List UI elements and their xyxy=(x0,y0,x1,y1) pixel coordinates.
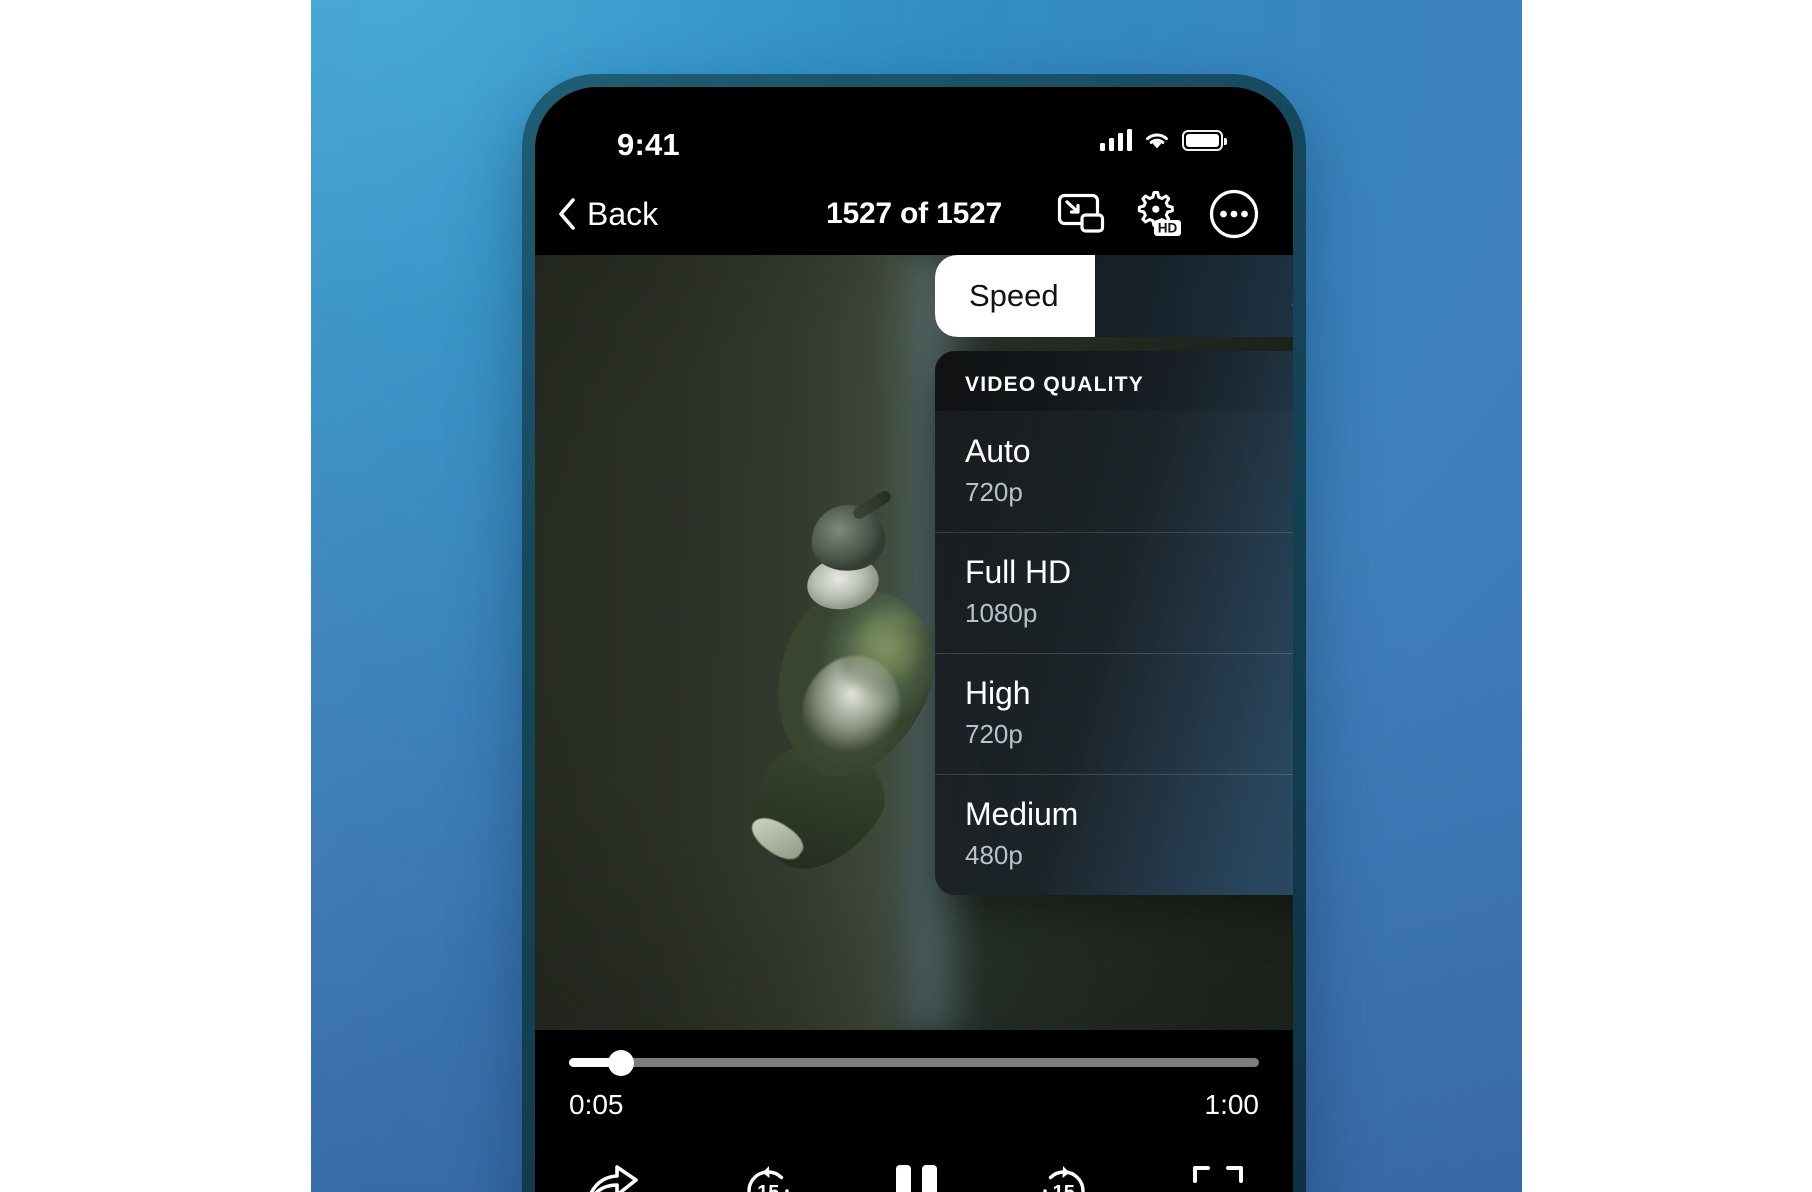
status-bar-indicators xyxy=(1099,129,1227,151)
iphone-device-frame: 9:41 Back 1527 of 1527 HD Speed VIDEO QU… xyxy=(522,74,1306,1192)
rewind-15-icon[interactable]: 15 xyxy=(740,1163,796,1192)
playback-scrubber-handle[interactable] xyxy=(608,1049,635,1076)
transport-controls: 15 15 xyxy=(569,1163,1259,1192)
quality-option-resolution: 480p xyxy=(965,840,1023,870)
video-quality-header: VIDEO QUALITY xyxy=(935,351,1293,411)
forward-15-icon[interactable]: 15 xyxy=(1036,1163,1092,1192)
playback-scrubber[interactable] xyxy=(569,1049,1259,1076)
svg-text:HD: HD xyxy=(1158,221,1178,236)
quality-option-title: Full HD xyxy=(965,554,1071,590)
quality-option-resolution: 1080p xyxy=(965,598,1038,628)
video-player-surface[interactable]: Speed 1.0x VIDEO QUALITY Auto 720p xyxy=(535,255,1293,1030)
quality-option-resolution: 720p xyxy=(965,719,1023,749)
total-time-label: 1:00 xyxy=(1204,1089,1260,1120)
fullscreen-icon[interactable] xyxy=(1191,1164,1245,1192)
battery-full-icon xyxy=(1182,129,1227,151)
quality-option-title: Auto xyxy=(965,433,1031,469)
pause-icon[interactable] xyxy=(895,1165,937,1192)
settings-hd-icon[interactable]: HD xyxy=(1131,190,1183,238)
device-screen: 9:41 Back 1527 of 1527 HD Speed VIDEO QU… xyxy=(535,87,1293,1192)
speed-label-chip[interactable]: Speed xyxy=(935,255,1095,337)
status-bar: 9:41 xyxy=(535,87,1293,173)
playback-timestamps: 0:05 1:00 xyxy=(569,1089,1259,1121)
quality-option-texts: Medium 480p xyxy=(965,796,1078,871)
page-title: 1527 of 1527 xyxy=(825,197,1003,230)
quality-option-medium[interactable]: Medium 480p xyxy=(935,774,1293,895)
speed-control-row[interactable]: Speed 1.0x xyxy=(935,255,1293,337)
rewind-15-label: 15 xyxy=(740,1182,796,1192)
quality-option-texts: High 720p xyxy=(965,675,1031,750)
share-icon[interactable] xyxy=(583,1165,641,1192)
current-time-label: 0:05 xyxy=(569,1089,624,1120)
screenshot-canvas: 9:41 Back 1527 of 1527 HD Speed VIDEO QU… xyxy=(0,0,1812,1192)
picture-in-picture-icon[interactable] xyxy=(1057,193,1105,235)
back-button[interactable]: Back xyxy=(557,196,658,233)
forward-15-label: 15 xyxy=(1036,1182,1092,1192)
navigation-actions: HD xyxy=(1057,189,1259,239)
quality-option-title: High xyxy=(965,675,1031,711)
more-options-icon[interactable] xyxy=(1209,189,1259,239)
quality-option-high[interactable]: High 720p xyxy=(935,653,1293,774)
quality-option-title: Medium xyxy=(965,796,1079,832)
quality-option-full-hd[interactable]: Full HD 1080p ✓ xyxy=(935,532,1293,653)
wifi-icon xyxy=(1146,133,1168,148)
speed-value[interactable]: 1.0x xyxy=(1290,278,1293,314)
quality-option-resolution: 720p xyxy=(965,477,1023,507)
chevron-left-icon xyxy=(559,198,575,230)
navigation-bar: Back 1527 of 1527 HD xyxy=(535,173,1293,255)
quality-option-auto[interactable]: Auto 720p xyxy=(935,411,1293,532)
quality-option-texts: Auto 720p xyxy=(965,433,1031,508)
player-controls-bar: 0:05 1:00 15 xyxy=(535,1030,1293,1192)
quality-option-texts: Full HD 1080p xyxy=(965,554,1071,629)
video-quality-menu[interactable]: VIDEO QUALITY Auto 720p Full HD 1080p Hi… xyxy=(935,351,1293,895)
status-bar-time: 9:41 xyxy=(617,127,680,162)
signal-bars-icon xyxy=(1099,129,1132,151)
back-button-label: Back xyxy=(587,195,659,232)
dynamic-island xyxy=(801,109,1027,171)
